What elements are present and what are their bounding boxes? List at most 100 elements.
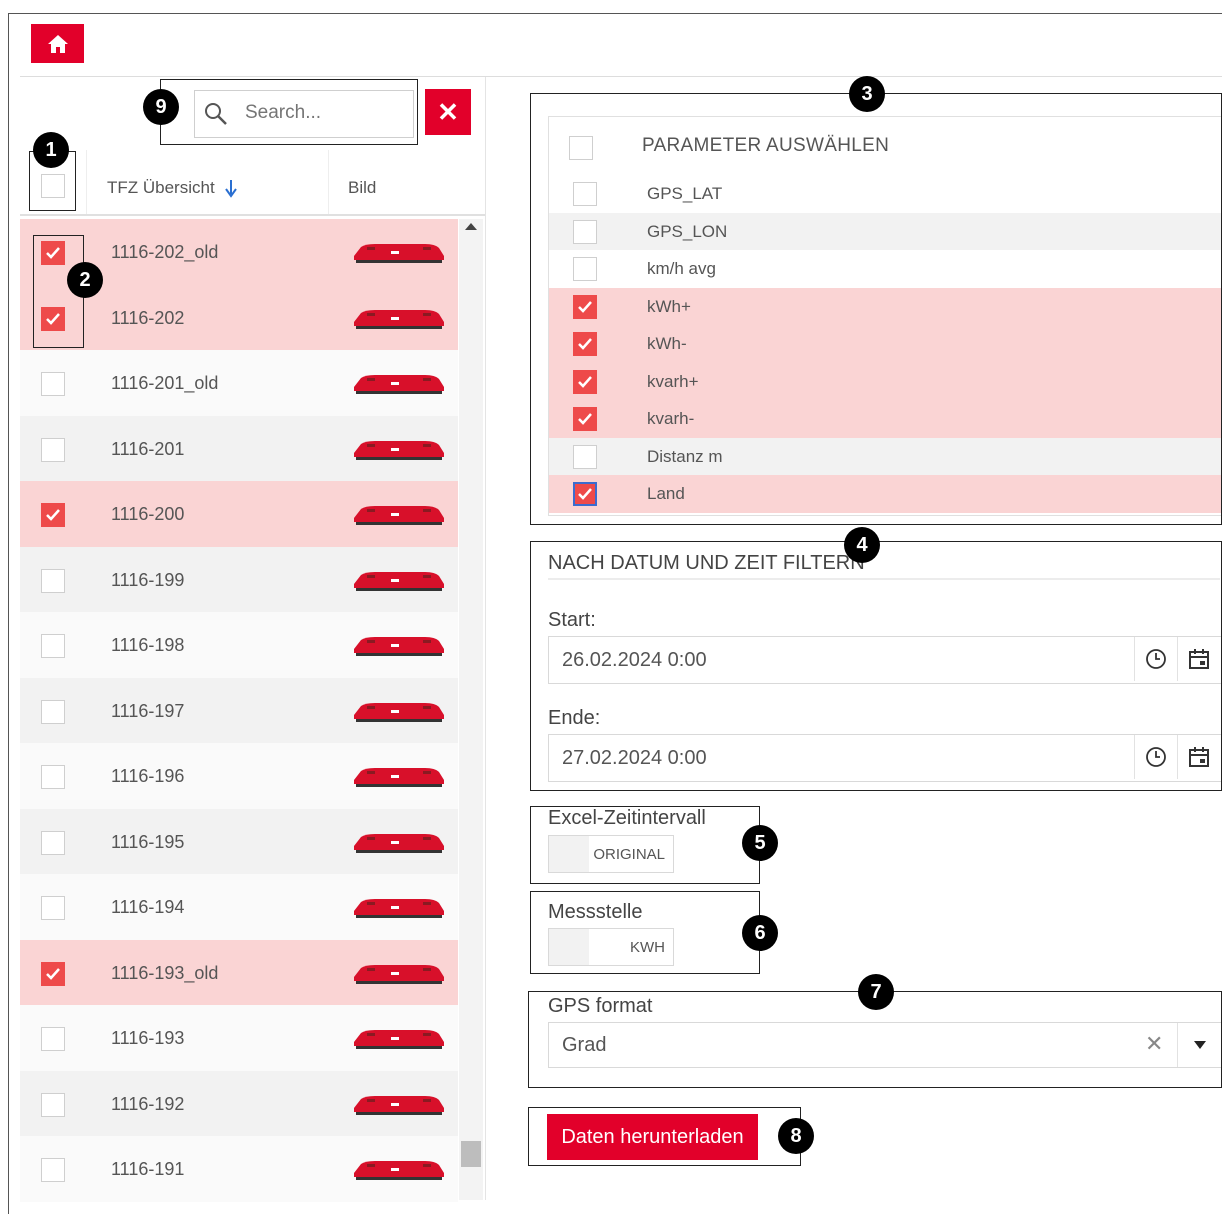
row-checkbox-cell xyxy=(20,743,86,809)
locomotive-icon xyxy=(353,243,445,270)
annotation-box-parameters xyxy=(530,93,1222,525)
locomotive-icon xyxy=(353,833,445,860)
locomotive-icon xyxy=(353,571,445,598)
row-image-cell xyxy=(328,546,458,612)
badge-3: 3 xyxy=(849,76,885,112)
row-label-cell: 1116-201 xyxy=(86,415,328,481)
row-image-cell xyxy=(328,939,458,1005)
checkmark-icon xyxy=(46,509,60,521)
row-image-cell xyxy=(328,219,458,285)
badge-2: 2 xyxy=(67,262,103,298)
row-checkbox-cell xyxy=(20,939,86,1005)
row-checkbox-cell xyxy=(20,1070,86,1136)
row-image-cell xyxy=(328,284,458,350)
vehicle-table-header: TFZ Übersicht Bild xyxy=(20,150,485,216)
vehicle-label: 1116-192 xyxy=(111,1093,185,1114)
vehicle-row[interactable]: 1116-199 xyxy=(20,546,458,612)
row-label-cell: 1116-202 xyxy=(86,284,328,350)
row-checkbox[interactable] xyxy=(41,372,65,396)
locomotive-icon xyxy=(353,440,445,467)
row-image-cell xyxy=(328,350,458,416)
row-checkbox[interactable] xyxy=(41,961,65,986)
row-checkbox[interactable] xyxy=(41,765,65,789)
locomotive-icon xyxy=(353,505,445,532)
vehicle-row[interactable]: 1116-197 xyxy=(20,677,458,743)
row-image-cell xyxy=(328,1136,458,1202)
row-label-cell: 1116-191 xyxy=(86,1136,328,1202)
vehicle-list: 1116-202_old 1116-202 1116-201_old 1116-201… xyxy=(20,219,458,1202)
badge-7: 7 xyxy=(858,974,894,1010)
column-header-bild: Bild xyxy=(348,178,377,197)
vehicle-row[interactable]: 1116-193_old xyxy=(20,939,458,1005)
vehicle-label: 1116-200 xyxy=(111,504,185,524)
locomotive-icon xyxy=(353,1095,445,1122)
vehicle-row[interactable]: 1116-200 xyxy=(20,481,458,547)
row-checkbox[interactable] xyxy=(41,503,65,527)
row-image-cell xyxy=(328,743,458,809)
checkmark-icon xyxy=(46,967,60,980)
annotation-box-messstelle xyxy=(530,891,760,974)
vehicle-row[interactable]: 1116-201_old xyxy=(20,350,458,416)
row-image-cell xyxy=(328,481,458,547)
vehicle-list-scrollbar[interactable] xyxy=(459,219,483,1200)
vehicle-label: 1116-196 xyxy=(111,766,185,786)
row-label-cell: 1116-193_old xyxy=(86,939,328,1005)
row-checkbox[interactable] xyxy=(41,634,65,658)
row-label-cell: 1116-201_old xyxy=(86,350,328,416)
locomotive-icon xyxy=(353,702,445,729)
vehicle-row[interactable]: 1116-191 xyxy=(20,1136,458,1202)
row-label-cell: 1116-198 xyxy=(86,612,328,678)
row-label-cell: 1116-196 xyxy=(86,743,328,809)
vehicle-row[interactable]: 1116-192 xyxy=(20,1070,458,1136)
badge-6: 6 xyxy=(742,915,778,951)
vehicle-row[interactable]: 1116-195 xyxy=(20,808,458,874)
locomotive-icon xyxy=(353,898,445,925)
home-button[interactable] xyxy=(31,24,84,63)
row-checkbox[interactable] xyxy=(41,1092,65,1117)
row-image-cell xyxy=(328,677,458,743)
vehicle-label: 1116-197 xyxy=(111,700,185,721)
scroll-up-icon[interactable] xyxy=(465,223,477,230)
row-checkbox[interactable] xyxy=(41,830,65,855)
row-checkbox-cell xyxy=(20,1005,86,1071)
vehicle-row[interactable]: 1116-196 xyxy=(20,743,458,809)
row-checkbox[interactable] xyxy=(41,568,65,593)
badge-5: 5 xyxy=(742,825,778,861)
annotation-box-excel-interval xyxy=(530,806,760,884)
clear-search-button[interactable]: ✕ xyxy=(425,89,471,135)
vehicle-row[interactable]: 1116-201 xyxy=(20,415,458,481)
badge-8: 8 xyxy=(778,1118,814,1154)
row-checkbox-cell xyxy=(20,677,86,743)
annotation-box-download xyxy=(528,1107,801,1166)
vehicle-label: 1116-199 xyxy=(111,569,185,590)
vehicle-row[interactable]: 1116-194 xyxy=(20,874,458,940)
row-label-cell: 1116-200 xyxy=(86,481,328,547)
row-checkbox[interactable] xyxy=(41,1027,65,1051)
row-checkbox[interactable] xyxy=(41,896,65,920)
row-image-cell xyxy=(328,612,458,678)
vehicle-label: 1116-195 xyxy=(111,831,185,852)
row-checkbox-cell xyxy=(20,612,86,678)
row-checkbox[interactable] xyxy=(41,699,65,724)
vehicle-row[interactable]: 1116-193 xyxy=(20,1005,458,1071)
row-label-cell: 1116-197 xyxy=(86,677,328,743)
row-image-cell xyxy=(328,1005,458,1071)
row-checkbox[interactable] xyxy=(41,437,65,462)
row-label-cell: 1116-192 xyxy=(86,1070,328,1136)
close-icon: ✕ xyxy=(437,96,459,127)
row-label-cell: 1116-193 xyxy=(86,1005,328,1071)
locomotive-icon xyxy=(353,964,445,991)
row-label-cell: 1116-199 xyxy=(86,546,328,612)
vehicle-row[interactable]: 1116-198 xyxy=(20,612,458,678)
badge-1: 1 xyxy=(33,132,69,168)
sort-arrow-down-icon[interactable] xyxy=(224,178,238,198)
row-checkbox[interactable] xyxy=(41,1158,65,1182)
scrollbar-thumb[interactable] xyxy=(461,1141,481,1167)
locomotive-icon xyxy=(353,1160,445,1187)
badge-4: 4 xyxy=(844,527,880,563)
locomotive-icon xyxy=(353,636,445,663)
vehicle-label: 1116-202 xyxy=(111,307,185,328)
locomotive-icon xyxy=(353,309,445,336)
annotation-box-date-filter xyxy=(530,541,1222,791)
column-header-tfz[interactable]: TFZ Übersicht xyxy=(107,178,215,198)
